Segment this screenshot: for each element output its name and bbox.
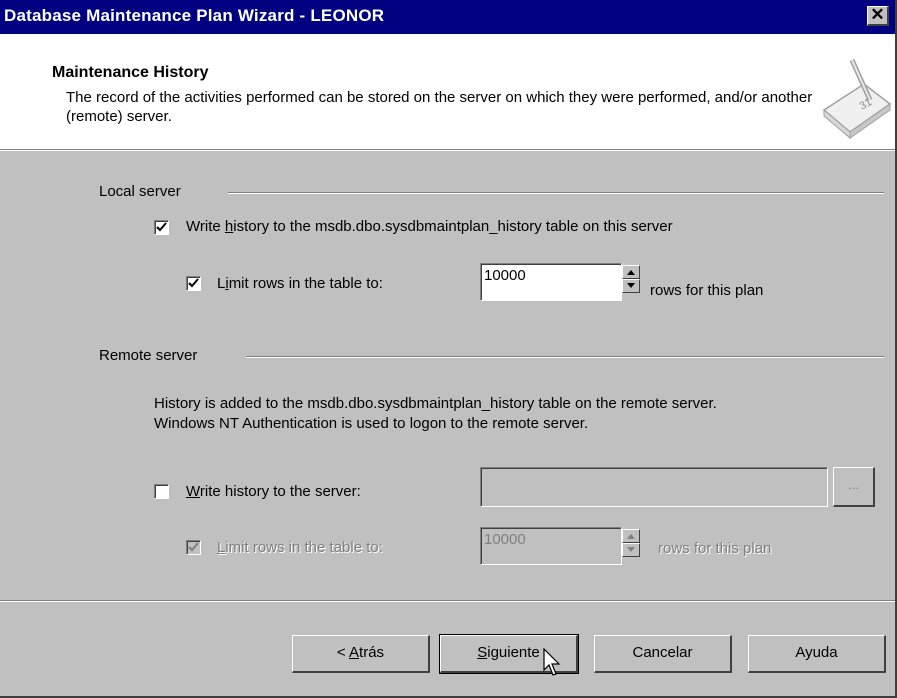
label-accesskey: h [224, 218, 234, 235]
help-button[interactable]: Ayuda [748, 635, 886, 673]
checkmark-icon [156, 222, 167, 232]
write-history-local-checkbox[interactable] [154, 220, 169, 235]
footer-divider [0, 600, 895, 602]
wizard-header: Maintenance History The record of the ac… [0, 34, 895, 150]
mouse-cursor-icon [543, 648, 561, 676]
arrow-down-icon [627, 283, 635, 288]
checkmark-icon [188, 278, 199, 288]
write-history-local-label[interactable]: Write history to the msdb.dbo.sysdbmaint… [186, 218, 673, 235]
spin-up-button[interactable] [622, 529, 640, 543]
rows-local-input[interactable]: 10000 [480, 263, 622, 301]
label-text: mit rows in the table to: [228, 275, 383, 292]
remote-info-line1: History is added to the msdb.dbo.sysdbma… [154, 395, 717, 412]
write-history-remote-checkbox[interactable] [154, 484, 169, 499]
label-text: istory to the msdb.dbo.sysdbmaintplan_hi… [233, 218, 673, 235]
limit-rows-remote-checkbox[interactable] [186, 540, 201, 555]
limit-rows-local-label[interactable]: Limit rows in the table to: [217, 275, 383, 292]
button-text: trás [359, 644, 385, 661]
rows-remote-suffix: rows for this plan [658, 540, 772, 557]
remote-server-divider [246, 356, 884, 358]
spin-down-button[interactable] [622, 279, 640, 293]
label-text: Write [186, 218, 225, 235]
back-button[interactable]: < Atrás [292, 635, 430, 673]
spin-down-button[interactable] [622, 543, 640, 557]
arrow-up-icon [627, 270, 635, 275]
browse-server-button[interactable]: ... [833, 467, 875, 507]
rows-local-spinner[interactable] [622, 265, 640, 293]
button-text: iguiente [487, 644, 540, 661]
label-text: imit rows in the table to: [225, 539, 383, 556]
close-button[interactable]: ✕ [867, 6, 889, 26]
page-description: The record of the activities performed c… [66, 89, 813, 125]
header-separator [0, 150, 895, 151]
checkmark-icon [188, 542, 199, 552]
limit-rows-local-checkbox[interactable] [186, 276, 201, 291]
title-bar[interactable]: Database Maintenance Plan Wizard - LEONO… [0, 0, 895, 34]
local-server-group-label: Local server [99, 183, 181, 200]
page-title: Maintenance History [52, 64, 209, 81]
write-history-remote-label[interactable]: Write history to the server: [186, 483, 361, 500]
wizard-window: Database Maintenance Plan Wizard - LEONO… [0, 0, 897, 698]
label-accesskey: W [186, 483, 200, 500]
notepad-icon: 31 [822, 58, 892, 140]
rows-local-suffix: rows for this plan [650, 282, 764, 299]
spin-up-button[interactable] [622, 265, 640, 279]
cancel-button[interactable]: Cancelar [594, 635, 732, 673]
remote-info-line2: Windows NT Authentication is used to log… [154, 415, 589, 432]
arrow-up-icon [627, 534, 635, 539]
local-server-divider [228, 192, 884, 194]
arrow-down-icon [627, 547, 635, 552]
label-text: rite history to the server: [199, 483, 361, 500]
window-title: Database Maintenance Plan Wizard - LEONO… [4, 6, 385, 25]
rows-remote-spinner[interactable] [622, 529, 640, 557]
remote-server-input[interactable] [480, 467, 828, 507]
button-text: < [336, 644, 350, 661]
remote-server-group-label: Remote server [99, 347, 198, 364]
button-accesskey: S [477, 644, 488, 661]
rows-remote-input[interactable]: 10000 [480, 527, 622, 565]
limit-rows-remote-label[interactable]: Limit rows in the table to: [217, 539, 383, 556]
button-accesskey: A [349, 644, 360, 661]
